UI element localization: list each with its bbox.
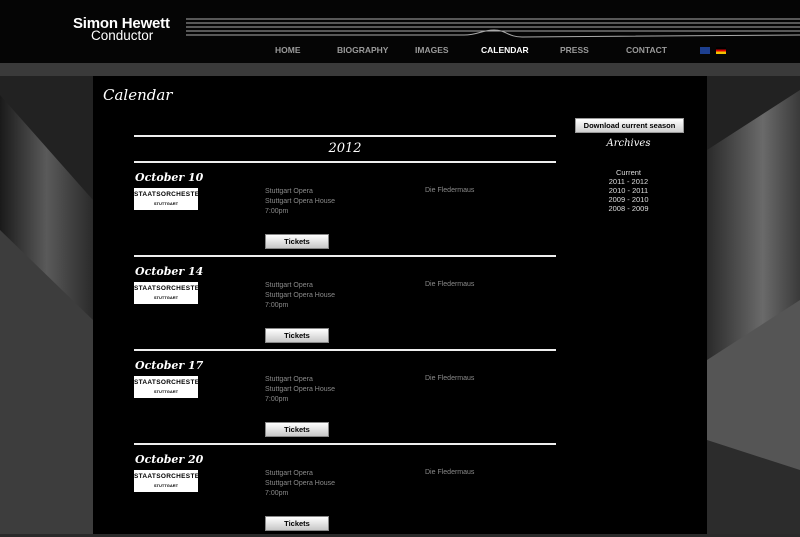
event-item: October 14 STAATSORCHESTER STUTTGART Stu… bbox=[134, 257, 556, 349]
event-date: October 20 bbox=[135, 453, 204, 466]
archive-link-current[interactable]: Current bbox=[575, 168, 682, 177]
nav-calendar[interactable]: CALENDAR bbox=[481, 45, 529, 55]
event-venue: Stuttgart Opera Stuttgart Opera House 7:… bbox=[265, 282, 336, 309]
orchestra-logo: STAATSORCHESTER STUTTGART bbox=[134, 376, 198, 398]
page-title: Calendar bbox=[103, 86, 173, 104]
event-item: October 20 STAATSORCHESTER STUTTGART Stu… bbox=[134, 445, 556, 537]
nav-press[interactable]: PRESS bbox=[560, 45, 589, 55]
header-strip bbox=[0, 63, 800, 76]
site-role: Conductor bbox=[91, 28, 154, 43]
archive-link-2010-2011[interactable]: 2010 - 2011 bbox=[575, 186, 682, 195]
music-staff-decoration bbox=[186, 18, 800, 38]
event-date: October 14 bbox=[135, 265, 204, 278]
nav-biography[interactable]: BIOGRAPHY bbox=[337, 45, 388, 55]
event-work: Die Fledermaus bbox=[425, 375, 475, 382]
tickets-button[interactable]: Tickets bbox=[265, 422, 329, 437]
year-heading: 2012 bbox=[328, 141, 362, 156]
nav-contact[interactable]: CONTACT bbox=[626, 45, 667, 55]
english-flag-icon[interactable] bbox=[700, 47, 710, 54]
event-venue: Stuttgart Opera Stuttgart Opera House 7:… bbox=[265, 376, 336, 403]
tickets-button[interactable]: Tickets bbox=[265, 516, 329, 531]
download-season-button[interactable]: Download current season bbox=[575, 118, 684, 133]
event-work: Die Fledermaus bbox=[425, 187, 475, 194]
nav-home[interactable]: HOME bbox=[275, 45, 301, 55]
orchestra-logo: STAATSORCHESTER STUTTGART bbox=[134, 470, 198, 492]
archives-list: Current 2011 - 2012 2010 - 2011 2009 - 2… bbox=[575, 168, 682, 213]
event-work: Die Fledermaus bbox=[425, 281, 475, 288]
tickets-button[interactable]: Tickets bbox=[265, 234, 329, 249]
german-flag-icon[interactable] bbox=[716, 47, 726, 54]
archive-link-2011-2012[interactable]: 2011 - 2012 bbox=[575, 177, 682, 186]
event-item: October 10 STAATSORCHESTER STUTTGART Stu… bbox=[134, 163, 556, 255]
orchestra-logo: STAATSORCHESTER STUTTGART bbox=[134, 188, 198, 210]
event-date: October 17 bbox=[135, 359, 204, 372]
tickets-button[interactable]: Tickets bbox=[265, 328, 329, 343]
event-item: October 17 STAATSORCHESTER STUTTGART Stu… bbox=[134, 351, 556, 443]
archive-link-2008-2009[interactable]: 2008 - 2009 bbox=[575, 204, 682, 213]
orchestra-logo: STAATSORCHESTER STUTTGART bbox=[134, 282, 198, 304]
archive-link-2009-2010[interactable]: 2009 - 2010 bbox=[575, 195, 682, 204]
nav-images[interactable]: IMAGES bbox=[415, 45, 449, 55]
event-venue: Stuttgart Opera Stuttgart Opera House 7:… bbox=[265, 470, 336, 497]
event-date: October 10 bbox=[135, 171, 204, 184]
event-venue: Stuttgart Opera Stuttgart Opera House 7:… bbox=[265, 188, 336, 215]
event-work: Die Fledermaus bbox=[425, 469, 475, 476]
archives-heading: Archives bbox=[606, 138, 651, 149]
calendar-list: 2012 October 10 STAATSORCHESTER STUTTGAR… bbox=[134, 135, 556, 537]
